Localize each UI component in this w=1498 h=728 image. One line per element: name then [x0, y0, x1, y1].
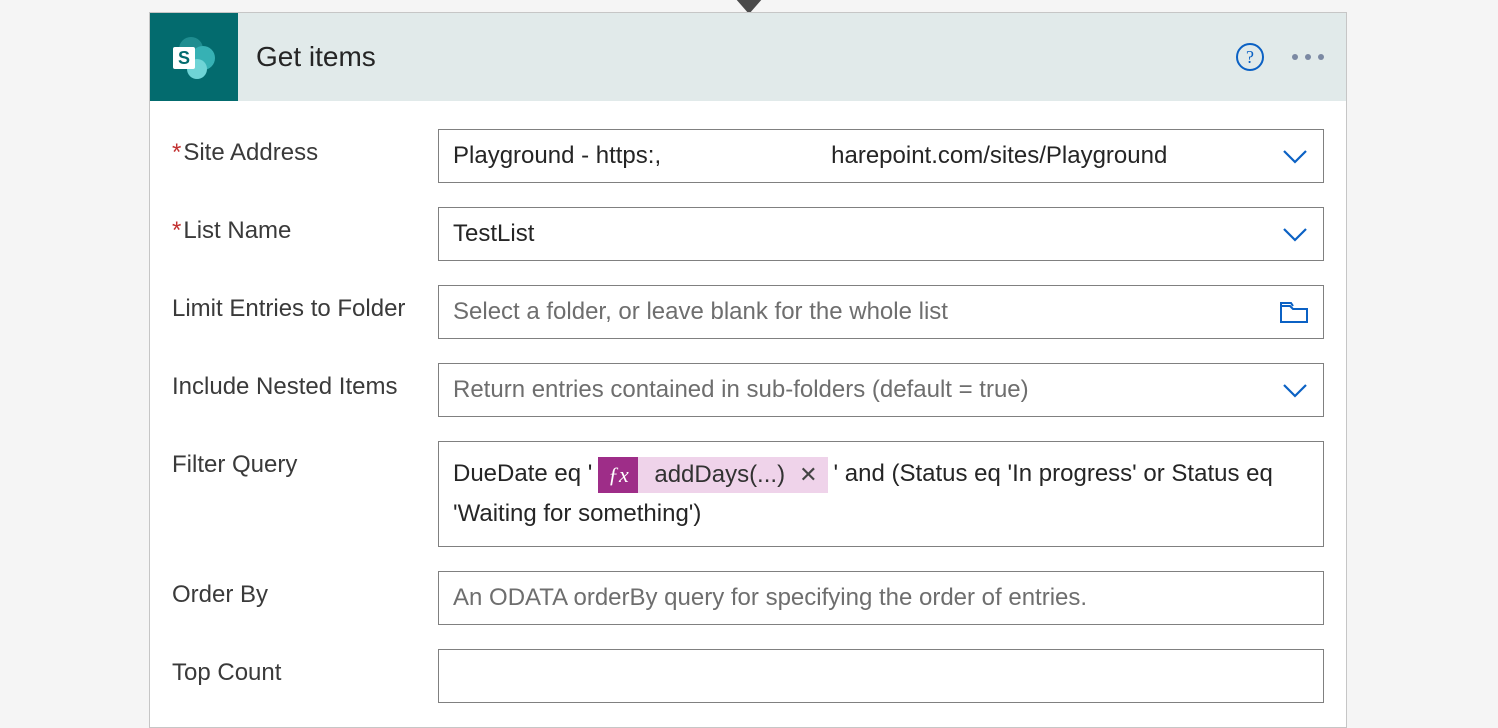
chevron-down-icon: [1281, 380, 1309, 400]
filter-text-prefix: DueDate eq ': [453, 460, 592, 487]
chevron-down-icon: [1281, 146, 1309, 166]
fx-icon: ƒx: [598, 457, 638, 493]
site-address-dropdown[interactable]: Playground - https:,harepoint.com/sites/…: [438, 129, 1324, 183]
filter-query-input[interactable]: DueDate eq ' ƒx addDays(...) ✕ ' and (St…: [438, 441, 1324, 547]
svg-text:S: S: [178, 48, 190, 68]
help-icon[interactable]: ?: [1236, 43, 1264, 71]
expression-token-label: addDays(...): [638, 455, 797, 495]
list-name-label: *List Name: [172, 207, 438, 245]
list-name-dropdown[interactable]: TestList: [438, 207, 1324, 261]
limit-folder-label: Limit Entries to Folder: [172, 285, 438, 323]
filter-query-label: Filter Query: [172, 441, 438, 479]
include-nested-dropdown[interactable]: Return entries contained in sub-folders …: [438, 363, 1324, 417]
action-title: Get items: [256, 41, 376, 73]
more-menu-icon[interactable]: [1292, 54, 1324, 60]
action-body: *Site Address Playground - https:,harepo…: [150, 101, 1346, 703]
top-count-label: Top Count: [172, 649, 438, 687]
action-card: S Get items ? *Site Address Playground -…: [149, 12, 1347, 728]
chevron-down-icon: [1281, 224, 1309, 244]
top-count-input[interactable]: [438, 649, 1324, 703]
action-header[interactable]: S Get items ?: [150, 13, 1346, 101]
token-remove-icon[interactable]: ✕: [797, 455, 827, 495]
site-address-label: *Site Address: [172, 129, 438, 167]
include-nested-label: Include Nested Items: [172, 363, 438, 401]
order-by-label: Order By: [172, 571, 438, 609]
limit-folder-input[interactable]: Select a folder, or leave blank for the …: [438, 285, 1324, 339]
sharepoint-connector-icon: S: [150, 13, 238, 101]
expression-token[interactable]: ƒx addDays(...) ✕: [598, 457, 827, 493]
folder-picker-icon[interactable]: [1279, 300, 1309, 324]
order-by-input[interactable]: An ODATA orderBy query for specifying th…: [438, 571, 1324, 625]
